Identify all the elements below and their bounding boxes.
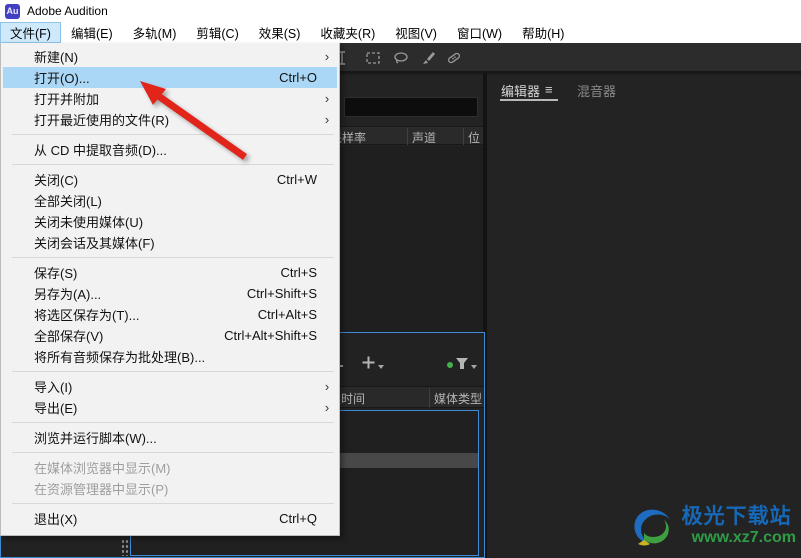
- menubar-item-effects[interactable]: 效果(S): [249, 22, 311, 43]
- splitter-grip-handle[interactable]: [121, 539, 130, 556]
- column-header-bit-depth[interactable]: 位: [468, 129, 480, 146]
- column-divider: [463, 128, 464, 145]
- column-divider: [429, 388, 430, 408]
- menu-item-close[interactable]: 关闭(C) Ctrl+W: [3, 169, 337, 190]
- menu-separator: [1, 448, 339, 457]
- menubar-item-view[interactable]: 视图(V): [385, 22, 447, 43]
- menubar-item-favorites[interactable]: 收藏夹(R): [310, 22, 385, 43]
- watermark: 极光下载站 www.xz7.com: [626, 500, 796, 552]
- title-bar: Au Adobe Audition: [0, 0, 801, 22]
- menu-item-save-selection-as[interactable]: 将选区保存为(T)... Ctrl+Alt+S: [3, 304, 337, 325]
- file-dropdown-menu: 新建(N) 打开(O)...Ctrl+O 打开并附加 打开最近使用的文件(R) …: [0, 43, 340, 536]
- menu-item-import[interactable]: 导入(I): [3, 376, 337, 397]
- menu-bar: 文件(F) 编辑(E) 多轨(M) 剪辑(C) 效果(S) 收藏夹(R) 视图(…: [0, 22, 801, 43]
- submenu-arrow-icon: [317, 91, 337, 106]
- files-search-input[interactable]: [344, 97, 478, 117]
- chevron-down-icon: [471, 365, 477, 369]
- menu-item-export[interactable]: 导出(E): [3, 397, 337, 418]
- menu-separator: [1, 367, 339, 376]
- menu-item-save-as[interactable]: 另存为(A)... Ctrl+Shift+S: [3, 283, 337, 304]
- watermark-logo-icon: [634, 509, 670, 546]
- menu-item-new[interactable]: 新建(N): [3, 46, 337, 67]
- watermark-site-url: www.xz7.com: [691, 529, 796, 546]
- panel-menu-icon[interactable]: ≡: [545, 82, 553, 97]
- add-icon[interactable]: [361, 355, 384, 370]
- menu-item-exit[interactable]: 退出(X) Ctrl+Q: [3, 508, 337, 529]
- tab-editor[interactable]: 编辑器: [501, 81, 540, 100]
- lasso-selection-icon[interactable]: [390, 47, 412, 69]
- paintbrush-icon[interactable]: [417, 47, 439, 69]
- menu-item-extract-audio-from-cd[interactable]: 从 CD 中提取音频(D)...: [3, 139, 337, 160]
- editor-panel: 编辑器 ≡ 混音器: [487, 75, 801, 558]
- menu-item-open[interactable]: 打开(O)... Ctrl+O: [3, 67, 337, 88]
- menu-item-save-all[interactable]: 全部保存(V) Ctrl+Alt+Shift+S: [3, 325, 337, 346]
- chevron-down-icon: [378, 365, 384, 369]
- app-window: Au Adobe Audition 文件(F) 编辑(E) 多轨(M) 剪辑(C…: [0, 0, 801, 558]
- menu-item-close-all[interactable]: 全部关闭(L): [3, 190, 337, 211]
- watermark-site-name: 极光下载站: [681, 505, 792, 528]
- menubar-item-multitrack[interactable]: 多轨(M): [123, 22, 187, 43]
- window-title: Adobe Audition: [27, 4, 108, 18]
- menu-separator: [1, 499, 339, 508]
- menubar-item-window[interactable]: 窗口(W): [447, 22, 512, 43]
- submenu-arrow-icon: [317, 49, 337, 64]
- audition-app-icon: Au: [5, 3, 20, 19]
- menu-item-reveal-in-media-browser[interactable]: 在媒体浏览器中显示(M): [3, 457, 337, 478]
- menu-item-save-all-audio-as-batch[interactable]: 将所有音频保存为批处理(B)...: [3, 346, 337, 367]
- menu-item-close-unused-media[interactable]: 关闭未使用媒体(U): [3, 211, 337, 232]
- healing-brush-icon[interactable]: [443, 47, 465, 69]
- menu-separator: [1, 160, 339, 169]
- submenu-arrow-icon: [317, 379, 337, 394]
- marquee-selection-icon[interactable]: [362, 47, 384, 69]
- column-divider: [407, 128, 408, 145]
- filter-icon[interactable]: [447, 357, 477, 370]
- submenu-arrow-icon: [317, 112, 337, 127]
- menu-separator: [1, 130, 339, 139]
- menu-item-save[interactable]: 保存(S) Ctrl+S: [3, 262, 337, 283]
- menu-item-open-append[interactable]: 打开并附加: [3, 88, 337, 109]
- submenu-arrow-icon: [317, 400, 337, 415]
- menu-item-browse-and-run-script[interactable]: 浏览并运行脚本(W)...: [3, 427, 337, 448]
- tab-mixer[interactable]: 混音器: [577, 81, 616, 100]
- menubar-item-file[interactable]: 文件(F): [0, 22, 61, 43]
- filter-active-dot: [447, 362, 453, 368]
- menubar-item-edit[interactable]: 编辑(E): [61, 22, 123, 43]
- menubar-item-clip[interactable]: 剪辑(C): [186, 22, 248, 43]
- menu-item-reveal-in-explorer[interactable]: 在资源管理器中显示(P): [3, 478, 337, 499]
- column-header-media-type[interactable]: 媒体类型: [434, 390, 482, 407]
- menu-item-close-session-and-media[interactable]: 关闭会话及其媒体(F): [3, 232, 337, 253]
- active-tab-underline: [500, 99, 558, 101]
- menubar-item-help[interactable]: 帮助(H): [512, 22, 574, 43]
- menu-item-open-recent[interactable]: 打开最近使用的文件(R): [3, 109, 337, 130]
- menu-separator: [1, 418, 339, 427]
- column-header-channels[interactable]: 声道: [412, 129, 436, 146]
- menu-separator: [1, 253, 339, 262]
